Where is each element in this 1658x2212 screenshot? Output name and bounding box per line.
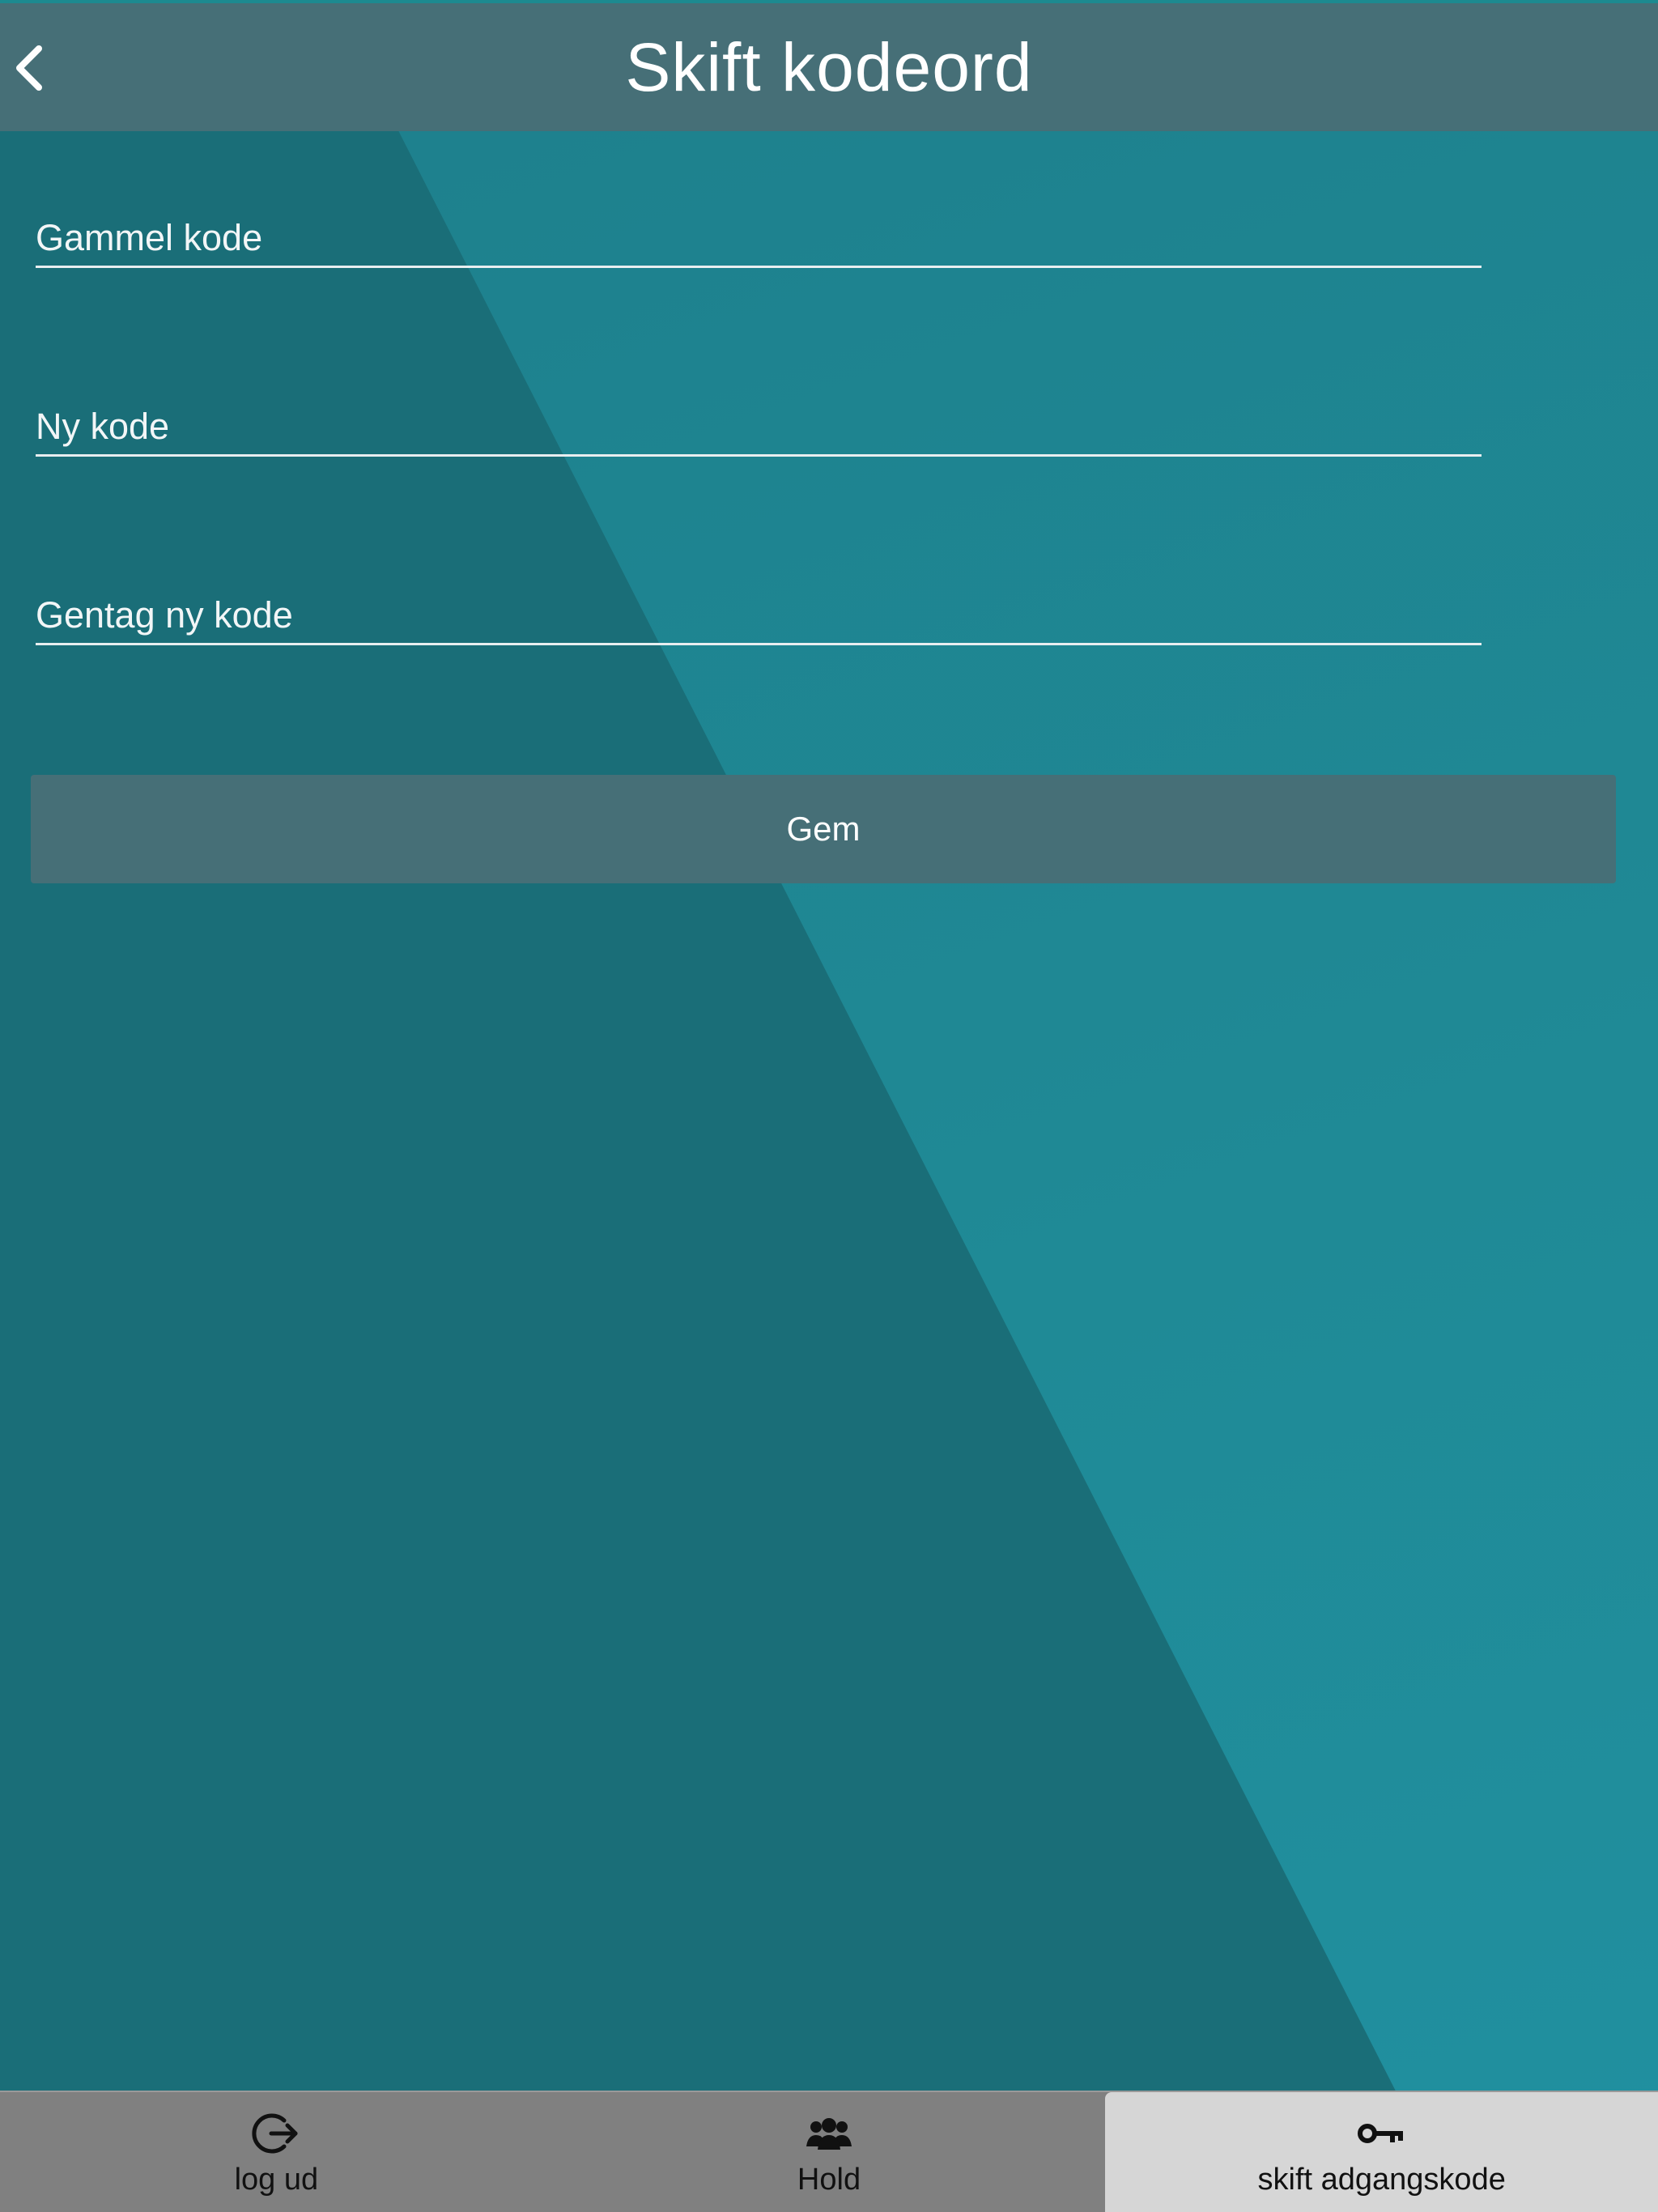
nav-header: Skift kodeord — [0, 3, 1658, 131]
logout-icon — [250, 2109, 302, 2158]
tab-change-password-label: skift adgangskode — [1257, 2162, 1506, 2197]
tab-change-password[interactable]: skift adgangskode — [1105, 2092, 1658, 2212]
back-button[interactable] — [5, 28, 53, 108]
background-diagonal — [332, 0, 1658, 2212]
page-title: Skift kodeord — [625, 28, 1033, 105]
old-password-input[interactable] — [36, 217, 1482, 259]
people-icon — [803, 2109, 855, 2158]
tab-logout[interactable]: log ud — [0, 2092, 553, 2212]
tab-bar: log ud Hold skift adgangskode — [0, 2091, 1658, 2212]
key-icon — [1356, 2109, 1408, 2158]
tab-hold-label: Hold — [797, 2162, 861, 2197]
repeat-password-field — [36, 573, 1482, 645]
change-password-screen: Skift kodeord Gem log ud Hold skift adga… — [0, 0, 1658, 2212]
new-password-input[interactable] — [36, 406, 1482, 448]
chevron-left-icon — [16, 45, 42, 91]
new-password-field — [36, 385, 1482, 457]
old-password-field — [36, 196, 1482, 268]
tab-logout-label: log ud — [234, 2162, 319, 2197]
tab-hold[interactable]: Hold — [553, 2092, 1106, 2212]
save-button[interactable]: Gem — [31, 775, 1616, 883]
repeat-password-input[interactable] — [36, 594, 1482, 636]
